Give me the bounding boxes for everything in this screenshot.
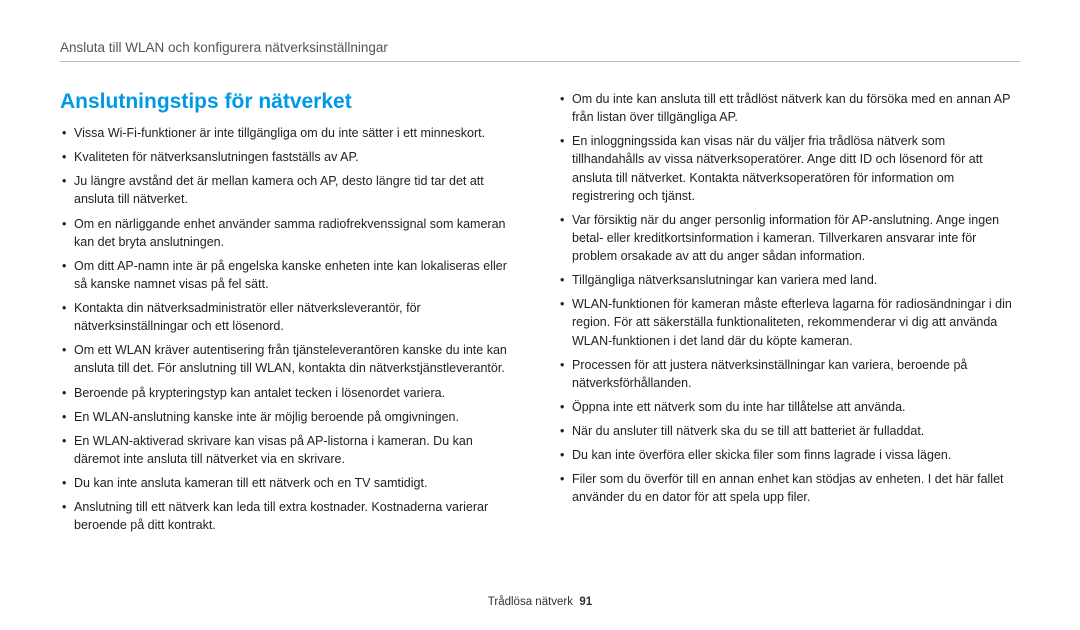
list-item: När du ansluter till nätverk ska du se t… bbox=[558, 422, 1020, 440]
list-item: En inloggningssida kan visas när du välj… bbox=[558, 132, 1020, 205]
page: Ansluta till WLAN och konfigurera nätver… bbox=[0, 0, 1080, 630]
content-columns: Anslutningstips för nätverket Vissa Wi-F… bbox=[60, 90, 1020, 540]
left-column: Anslutningstips för nätverket Vissa Wi-F… bbox=[60, 90, 522, 540]
right-list: Om du inte kan ansluta till ett trådlöst… bbox=[558, 90, 1020, 507]
footer-label: Trådlösa nätverk bbox=[488, 596, 573, 608]
list-item: En WLAN-aktiverad skrivare kan visas på … bbox=[60, 432, 522, 468]
list-item: Om du inte kan ansluta till ett trådlöst… bbox=[558, 90, 1020, 126]
list-item: Om ditt AP-namn inte är på engelska kans… bbox=[60, 257, 522, 293]
list-item: En WLAN-anslutning kanske inte är möjlig… bbox=[60, 408, 522, 426]
list-item: Vissa Wi-Fi-funktioner är inte tillgängl… bbox=[60, 124, 522, 142]
list-item: Anslutning till ett nätverk kan leda til… bbox=[60, 498, 522, 534]
list-item: Om ett WLAN kräver autentisering från tj… bbox=[60, 341, 522, 377]
page-footer: Trådlösa nätverk 91 bbox=[0, 596, 1080, 608]
breadcrumb: Ansluta till WLAN och konfigurera nätver… bbox=[60, 40, 1020, 62]
list-item: Du kan inte ansluta kameran till ett nät… bbox=[60, 474, 522, 492]
list-item: Ju längre avstånd det är mellan kamera o… bbox=[60, 172, 522, 208]
list-item: Kontakta din nätverksadministratör eller… bbox=[60, 299, 522, 335]
list-item: Om en närliggande enhet använder samma r… bbox=[60, 215, 522, 251]
list-item: Beroende på krypteringstyp kan antalet t… bbox=[60, 384, 522, 402]
section-heading: Anslutningstips för nätverket bbox=[60, 90, 522, 114]
list-item: Var försiktig när du anger personlig inf… bbox=[558, 211, 1020, 265]
list-item: Processen för att justera nätverksinstäl… bbox=[558, 356, 1020, 392]
list-item: Kvaliteten för nätverksanslutningen fast… bbox=[60, 148, 522, 166]
list-item: Öppna inte ett nätverk som du inte har t… bbox=[558, 398, 1020, 416]
page-number: 91 bbox=[579, 596, 592, 608]
left-list: Vissa Wi-Fi-funktioner är inte tillgängl… bbox=[60, 124, 522, 534]
list-item: WLAN-funktionen för kameran måste efterl… bbox=[558, 295, 1020, 349]
right-column: Om du inte kan ansluta till ett trådlöst… bbox=[558, 90, 1020, 540]
list-item: Du kan inte överföra eller skicka filer … bbox=[558, 446, 1020, 464]
list-item: Tillgängliga nätverksanslutningar kan va… bbox=[558, 271, 1020, 289]
list-item: Filer som du överför till en annan enhet… bbox=[558, 470, 1020, 506]
